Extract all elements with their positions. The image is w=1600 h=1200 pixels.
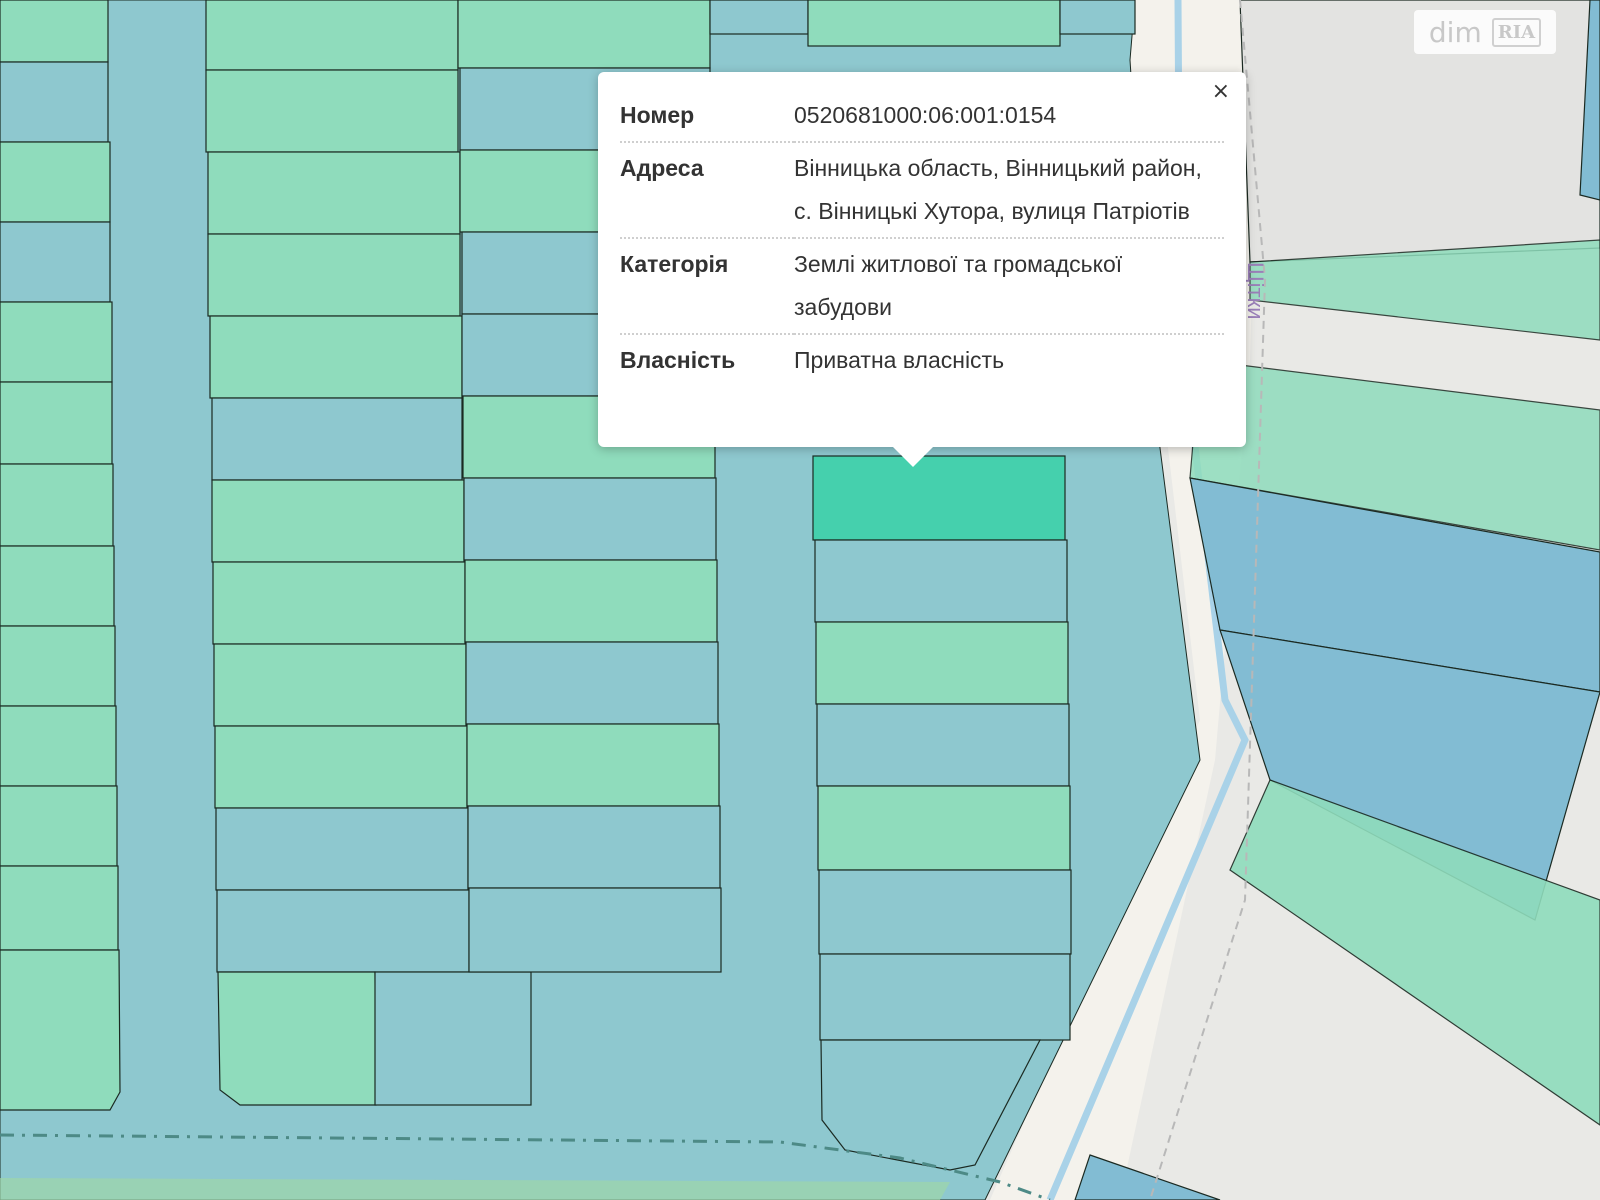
label-address: Адреса	[620, 142, 794, 239]
value-address: Вінницька область, Вінницький район, с. …	[794, 142, 1224, 239]
row-ownership: Власність Приватна власність	[620, 334, 1224, 386]
watermark-dim-text: dim	[1428, 15, 1482, 49]
value-ownership: Приватна власність	[794, 347, 1005, 373]
row-number: Номер 0520681000:06:001:0154	[620, 90, 1224, 143]
label-category: Категорія	[620, 238, 794, 335]
close-icon[interactable]: ×	[1212, 80, 1230, 104]
dim-ria-watermark: dim RIA	[1414, 10, 1556, 54]
selected-parcel	[812, 455, 1066, 541]
parcel-column-1	[0, 0, 121, 1111]
value-number: 0520681000:06:001:0154	[794, 90, 1224, 143]
label-number: Номер	[620, 90, 794, 143]
popup-pointer	[893, 447, 933, 467]
value-category: Землі житлової та громадської забудови	[794, 238, 1224, 335]
parcel-info-table: Номер 0520681000:06:001:0154 Адреса Вінн…	[620, 90, 1224, 386]
parcel-info-popup: × Номер 0520681000:06:001:0154 Адреса Ві…	[598, 72, 1246, 467]
row-address: Адреса Вінницька область, Вінницький рай…	[620, 142, 1224, 239]
watermark-ria-logo: RIA	[1491, 17, 1542, 47]
label-ownership: Власність	[620, 347, 736, 373]
row-category: Категорія Землі житлової та громадської …	[620, 238, 1224, 335]
